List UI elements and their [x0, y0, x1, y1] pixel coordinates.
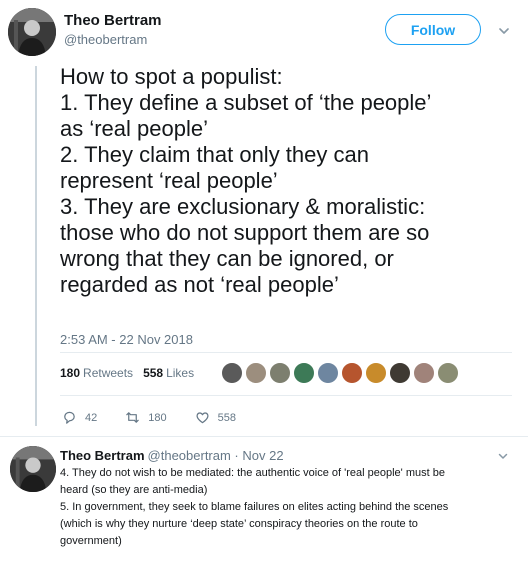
tweet-text-line: regarded as not ‘real people’ [60, 272, 339, 297]
reply-text-line: 5. In government, they seek to blame fai… [60, 501, 449, 513]
reply-header: Theo Bertram @theobertram · Nov 22 [60, 448, 284, 463]
liker-avatar[interactable] [317, 362, 339, 384]
retweet-count: 180 [148, 411, 167, 424]
tweet-text-line: as ‘real people’ [60, 116, 208, 141]
reply-count: 42 [85, 411, 98, 424]
tweet-text-line: 3. They are exclusionary & moralistic: [60, 194, 426, 219]
reply-text-line: (which is why they nurture ‘deep state’ … [60, 518, 418, 530]
author-handle[interactable]: @theobertram [64, 32, 147, 47]
liker-avatar[interactable] [221, 362, 243, 384]
tweet-text-line: wrong that they can be ignored, or [60, 246, 394, 271]
liker-avatar[interactable] [341, 362, 363, 384]
retweets-count: 180 [60, 366, 81, 380]
reply-author-name[interactable]: Theo Bertram [60, 448, 145, 463]
likes-stat[interactable]: 558 Likes [143, 366, 194, 380]
divider [60, 395, 512, 396]
tweet-text-line: 1. They define a subset of ‘the people’ [60, 90, 432, 115]
retweet-button[interactable]: 180 [125, 410, 167, 425]
tweet-text-line: those who do not support them are so [60, 220, 430, 245]
reply-button[interactable]: 42 [62, 410, 97, 425]
engagement-stats: 180 Retweets 558 Likes [60, 366, 194, 380]
reply-author-avatar-image [10, 446, 56, 492]
heart-icon [196, 412, 209, 424]
likes-count: 558 [143, 366, 164, 380]
reply-chevron-down-icon[interactable] [497, 450, 509, 462]
tweet-timestamp[interactable]: 2:53 AM - 22 Nov 2018 [60, 332, 193, 347]
liker-avatar[interactable] [437, 362, 459, 384]
action-bar: 42 180 558 [62, 410, 264, 425]
follow-button[interactable]: Follow [385, 14, 481, 45]
liker-avatar[interactable] [269, 362, 291, 384]
reply-text: 4. They do not wish to be mediated: the … [60, 465, 516, 550]
liker-avatar[interactable] [365, 362, 387, 384]
like-count: 558 [217, 411, 236, 424]
author-avatar-image [8, 8, 56, 56]
liker-avatar[interactable] [293, 362, 315, 384]
liker-avatar[interactable] [413, 362, 435, 384]
retweets-label: Retweets [83, 366, 134, 380]
liker-avatar[interactable] [245, 362, 267, 384]
retweet-icon [126, 412, 139, 423]
tweet-text-line: How to spot a populist: [60, 64, 283, 89]
author-name[interactable]: Theo Bertram [64, 12, 162, 29]
like-button[interactable]: 558 [195, 410, 236, 425]
reply-text-line: 4. They do not wish to be mediated: the … [60, 467, 445, 479]
tweet-text-line: 2. They claim that only they can [60, 142, 369, 167]
reply-text-line: government) [60, 535, 122, 547]
author-avatar[interactable] [8, 8, 56, 56]
reply-author-avatar[interactable] [10, 446, 56, 492]
reply-icon [64, 411, 75, 424]
reply-author-handle[interactable]: @theobertram · Nov 22 [148, 448, 284, 463]
tweet-text: How to spot a populist: 1. They define a… [60, 64, 522, 298]
liker-avatar[interactable] [389, 362, 411, 384]
thread-line [35, 66, 37, 426]
chevron-down-icon[interactable] [497, 24, 511, 38]
tweet-text-line: represent ‘real people’ [60, 168, 278, 193]
retweets-stat[interactable]: 180 Retweets [60, 366, 133, 380]
divider [0, 436, 528, 437]
reply-text-line: heard (so they are anti-media) [60, 484, 208, 496]
liker-avatars [221, 362, 461, 384]
divider [60, 352, 512, 353]
likes-label: Likes [166, 366, 195, 380]
